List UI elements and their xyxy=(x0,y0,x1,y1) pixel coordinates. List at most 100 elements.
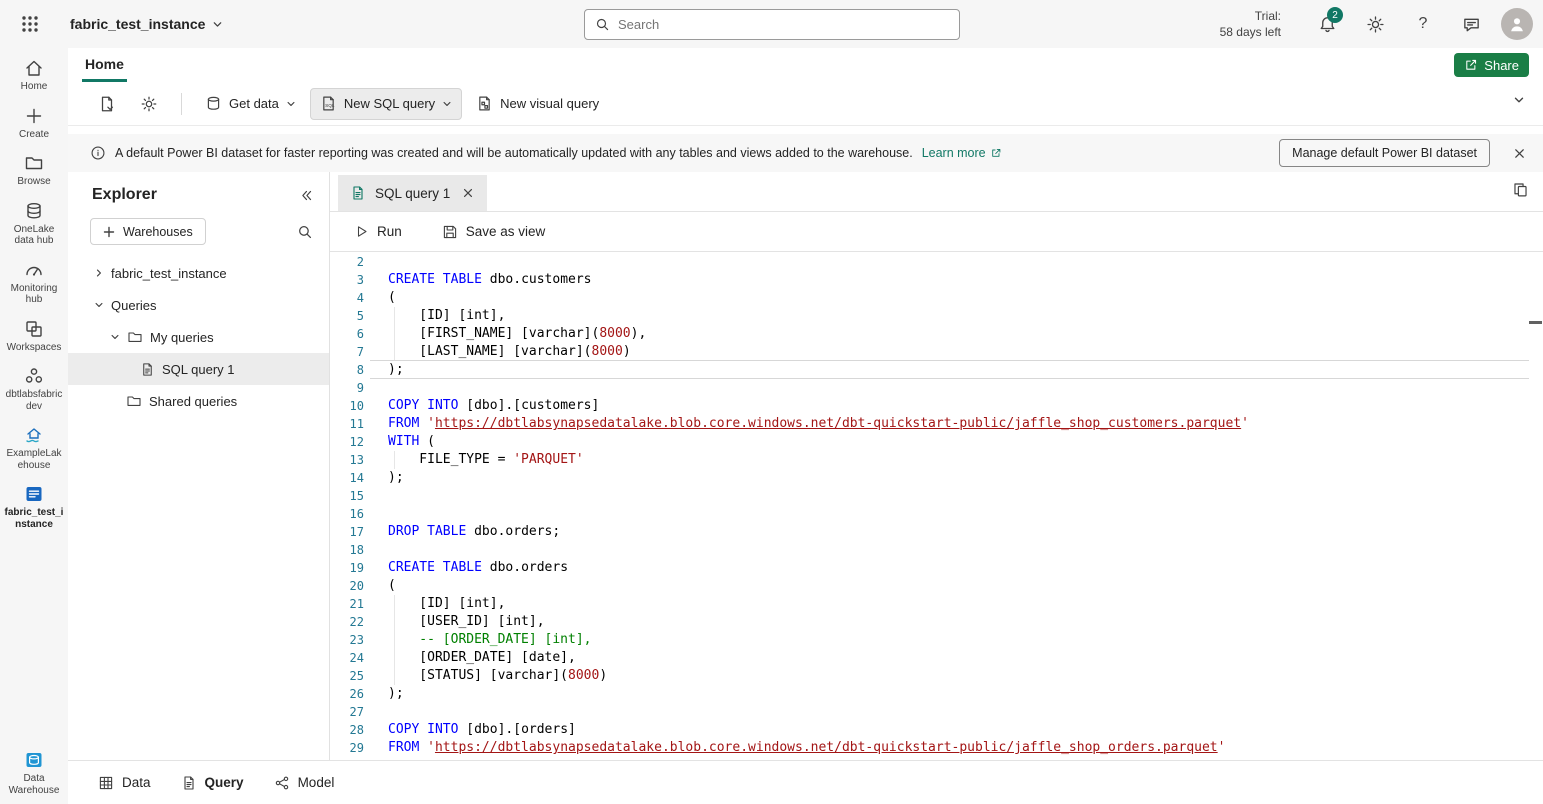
nav-create[interactable]: Create xyxy=(0,106,68,141)
code-text xyxy=(364,505,388,523)
nav-workspaces[interactable]: Workspaces xyxy=(0,319,68,354)
folder-icon xyxy=(126,393,142,409)
code-line[interactable]: 26); xyxy=(330,685,1529,703)
nav-label: ExampleLakehouse xyxy=(4,448,64,471)
collapse-panel-button[interactable] xyxy=(300,189,313,202)
warehouses-button[interactable]: Warehouses xyxy=(90,218,206,245)
tree-item-sql-query-1[interactable]: SQL query 1 xyxy=(68,353,329,385)
nav-label: Home xyxy=(21,81,48,93)
new-sql-query-button[interactable]: SQL New SQL query xyxy=(310,88,462,120)
banner-close-button[interactable] xyxy=(1499,134,1539,172)
save-as-view-label: Save as view xyxy=(466,224,546,239)
get-data-button[interactable]: Get data xyxy=(195,88,306,120)
code-line[interactable]: 2 xyxy=(330,253,1529,271)
save-as-view-button[interactable]: Save as view xyxy=(434,220,554,244)
code-line[interactable]: 15 xyxy=(330,487,1529,505)
line-number: 29 xyxy=(330,739,364,757)
code-line[interactable]: 24 [ORDER_DATE] [date], xyxy=(330,649,1529,667)
tree-item-queries[interactable]: Queries xyxy=(68,289,329,321)
tree-label: Queries xyxy=(111,298,157,313)
code-line[interactable]: 21 [ID] [int], xyxy=(330,595,1529,613)
line-number: 22 xyxy=(330,613,364,631)
ribbon-collapse-button[interactable] xyxy=(1513,94,1525,106)
copy-button[interactable] xyxy=(1512,181,1529,198)
avatar[interactable] xyxy=(1501,8,1533,40)
workspaces-icon xyxy=(24,319,44,339)
code-line[interactable]: 13 FILE_TYPE = 'PARQUET' xyxy=(330,451,1529,469)
code-line[interactable]: 14); xyxy=(330,469,1529,487)
run-button[interactable]: Run xyxy=(346,220,410,243)
code-text: ( xyxy=(364,289,396,307)
code-line[interactable]: 4( xyxy=(330,289,1529,307)
new-visual-query-button[interactable]: New visual query xyxy=(466,88,609,120)
nav-onelake-data-hub[interactable]: OneLake data hub xyxy=(0,201,68,247)
tab-home[interactable]: Home xyxy=(82,48,127,82)
trial-status[interactable]: Trial: 58 days left xyxy=(1220,8,1281,40)
notifications-button[interactable]: 2 xyxy=(1303,0,1351,48)
query-settings-button[interactable] xyxy=(130,88,168,120)
code-line[interactable]: 22 [USER_ID] [int], xyxy=(330,613,1529,631)
manage-dataset-button[interactable]: Manage default Power BI dataset xyxy=(1279,139,1490,167)
nav-data-warehouse[interactable]: Data Warehouse xyxy=(0,750,68,796)
plus-icon xyxy=(24,106,44,126)
explorer-search-button[interactable] xyxy=(297,224,313,240)
code-line[interactable]: 29FROM 'https://dbtlabsynapsedatalake.bl… xyxy=(330,739,1529,757)
tab-data[interactable]: Data xyxy=(98,775,151,791)
warehouses-label: Warehouses xyxy=(123,225,193,239)
close-tab-button[interactable] xyxy=(459,184,477,202)
chevron-down-icon xyxy=(110,332,120,342)
code-text: [STATUS] [varchar](8000) xyxy=(364,667,607,685)
search-input[interactable] xyxy=(618,17,949,32)
tree-item-warehouse[interactable]: fabric_test_instance xyxy=(68,257,329,289)
code-line[interactable]: 18 xyxy=(330,541,1529,559)
tree-label: fabric_test_instance xyxy=(111,266,227,281)
settings-button[interactable] xyxy=(1351,0,1399,48)
sql-file-button[interactable] xyxy=(88,88,126,120)
tab-label: Data xyxy=(122,775,151,790)
sql-query-icon: SQL xyxy=(320,95,337,112)
lakehouse-icon xyxy=(24,425,44,445)
code-line[interactable]: 6 [FIRST_NAME] [varchar](8000), xyxy=(330,325,1529,343)
code-line[interactable]: 10COPY INTO [dbo].[customers] xyxy=(330,397,1529,415)
tree-item-shared-queries[interactable]: Shared queries xyxy=(68,385,329,417)
code-text: ); xyxy=(364,469,404,487)
code-line[interactable]: 7 [LAST_NAME] [varchar](8000) xyxy=(330,343,1529,361)
ribbon-toolbar: Get data SQL New SQL query New visual qu… xyxy=(68,82,1543,126)
nav-monitoring-hub[interactable]: Monitoring hub xyxy=(0,260,68,306)
code-line[interactable]: 16 xyxy=(330,505,1529,523)
nav-item-examplelakehouse[interactable]: ExampleLakehouse xyxy=(0,425,68,471)
code-line[interactable]: 12WITH ( xyxy=(330,433,1529,451)
code-line[interactable]: 17DROP TABLE dbo.orders; xyxy=(330,523,1529,541)
share-label: Share xyxy=(1484,58,1519,73)
code-line[interactable]: 11FROM 'https://dbtlabsynapsedatalake.bl… xyxy=(330,415,1529,433)
nav-item-fabric-test-instance[interactable]: fabric_test_instance xyxy=(0,484,68,530)
code-line[interactable]: 25 [STATUS] [varchar](8000) xyxy=(330,667,1529,685)
editor-toolbar: Run Save as view xyxy=(330,212,1543,252)
code-line[interactable]: 28COPY INTO [dbo].[orders] xyxy=(330,721,1529,739)
nav-browse[interactable]: Browse xyxy=(0,153,68,188)
code-line[interactable]: 3CREATE TABLE dbo.customers xyxy=(330,271,1529,289)
tab-query[interactable]: Query xyxy=(181,775,244,791)
code-line[interactable]: 19CREATE TABLE dbo.orders xyxy=(330,559,1529,577)
code-line[interactable]: 8); xyxy=(330,361,1529,379)
nav-home[interactable]: Home xyxy=(0,58,68,93)
tree-item-my-queries[interactable]: My queries xyxy=(68,321,329,353)
feedback-button[interactable] xyxy=(1447,0,1495,48)
new-visual-query-label: New visual query xyxy=(500,96,599,111)
help-button[interactable]: ? xyxy=(1399,0,1447,48)
share-icon xyxy=(1464,58,1478,72)
code-line[interactable]: 9 xyxy=(330,379,1529,397)
code-line[interactable]: 27 xyxy=(330,703,1529,721)
editor-tab-sql-query-1[interactable]: SQL query 1 xyxy=(338,175,487,211)
workspace-switcher[interactable]: fabric_test_instance xyxy=(70,16,223,32)
code-lines[interactable]: 23CREATE TABLE dbo.customers4(5 [ID] [in… xyxy=(330,253,1529,760)
nav-workspace-dbtlabsfabricdev[interactable]: dbtlabsfabricdev xyxy=(0,366,68,412)
share-button[interactable]: Share xyxy=(1454,53,1529,77)
code-line[interactable]: 5 [ID] [int], xyxy=(330,307,1529,325)
tab-model[interactable]: Model xyxy=(274,775,335,791)
code-line[interactable]: 23 -- [ORDER_DATE] [int], xyxy=(330,631,1529,649)
app-launcher-button[interactable] xyxy=(6,0,54,48)
learn-more-link[interactable]: Learn more xyxy=(922,146,1002,160)
code-text: [LAST_NAME] [varchar](8000) xyxy=(364,343,631,361)
code-line[interactable]: 20( xyxy=(330,577,1529,595)
